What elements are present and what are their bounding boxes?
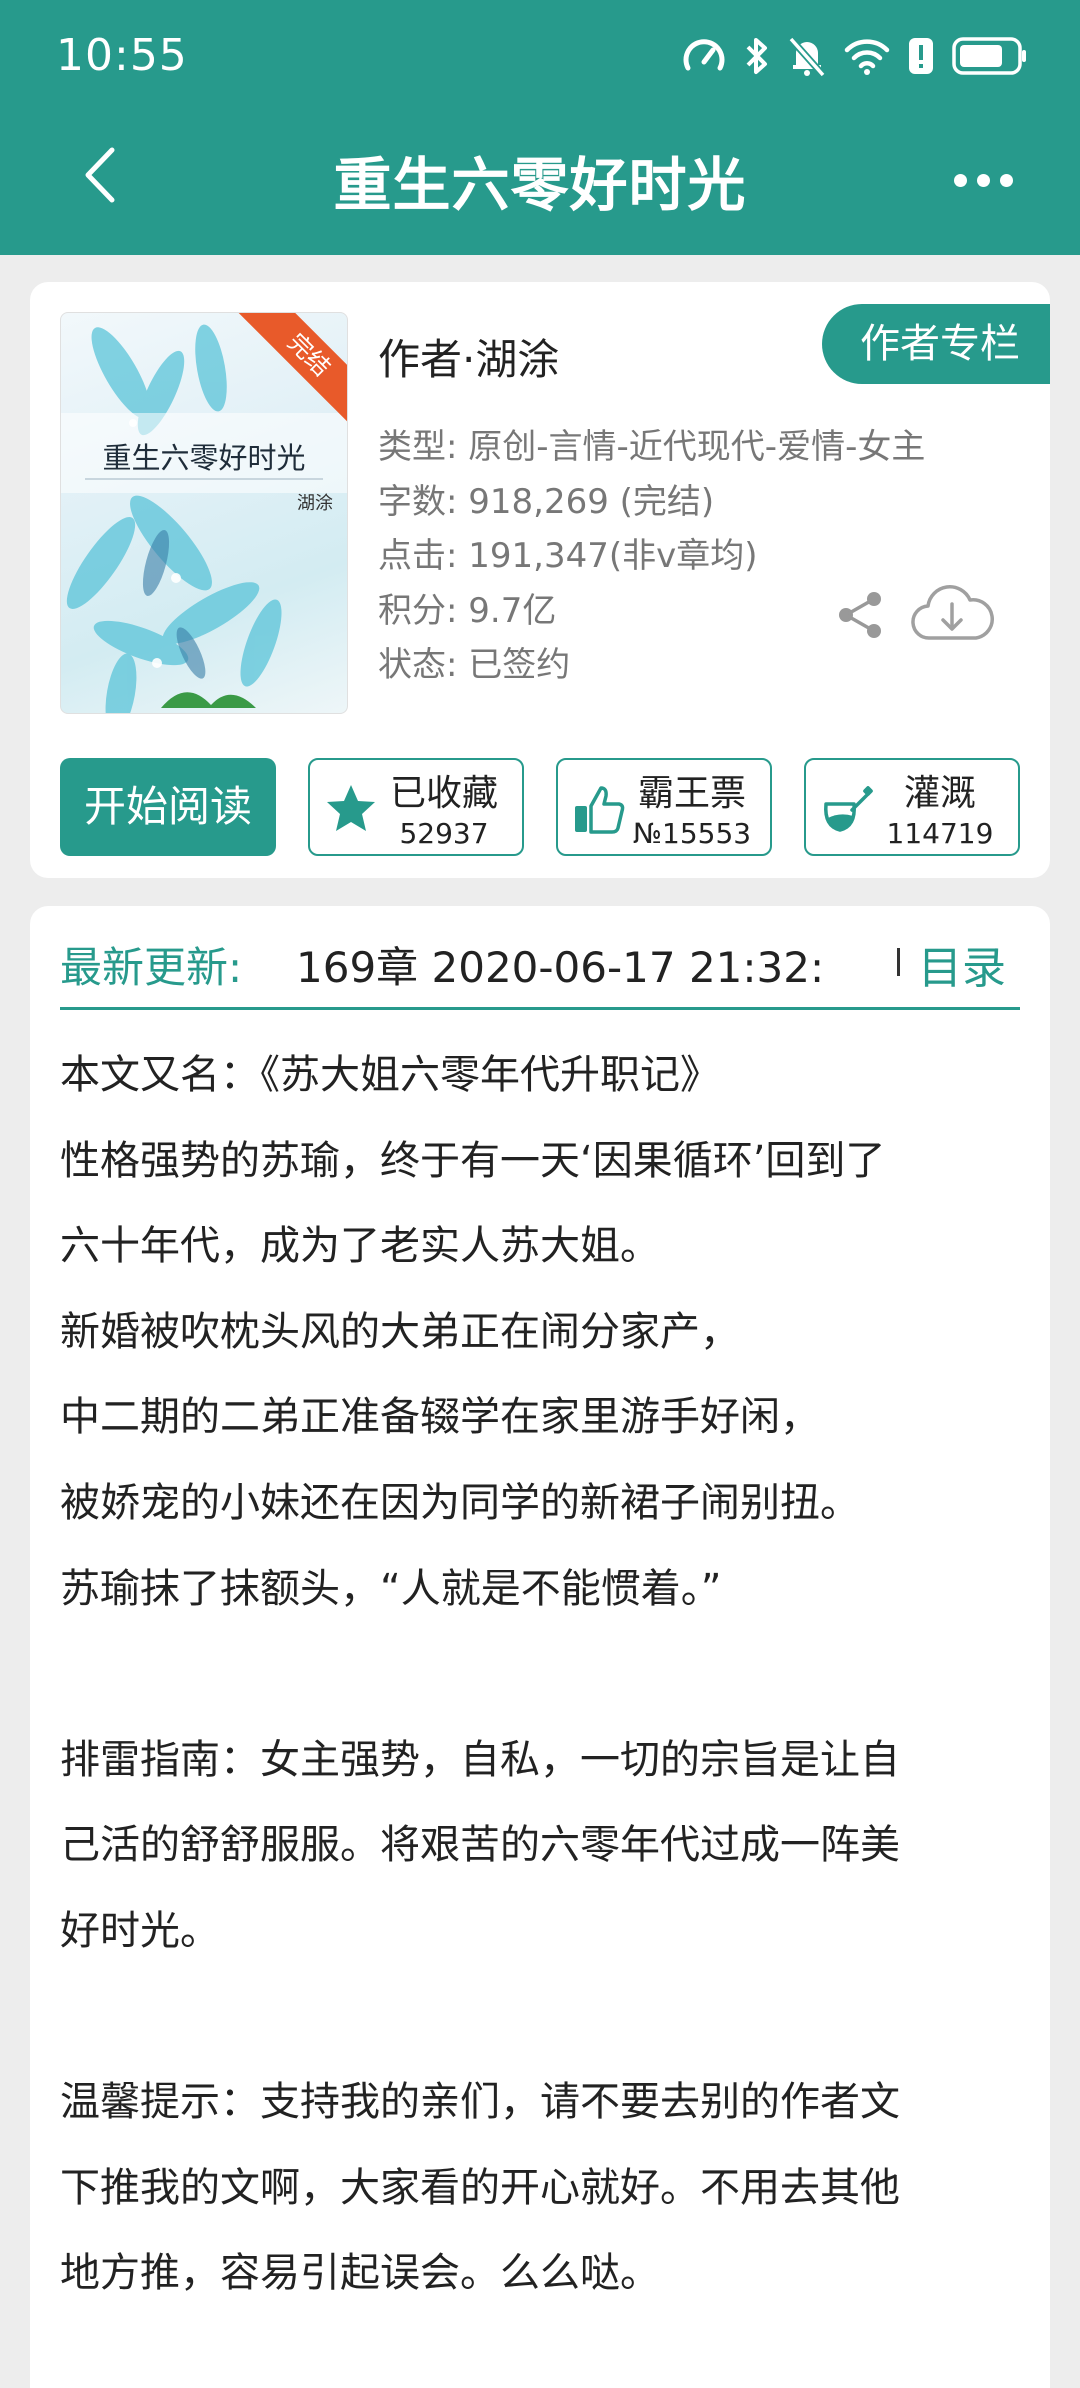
status-time: 10:55 xyxy=(56,30,188,81)
synopsis-line: 中二期的二弟正准备辍学在家里游手好闲， xyxy=(60,1394,820,1441)
synopsis-line xyxy=(60,1632,1040,1718)
alert-icon xyxy=(909,38,933,74)
more-icon xyxy=(953,173,967,187)
synopsis-line: 好时光。 xyxy=(60,1907,220,1954)
share-icon xyxy=(839,592,881,638)
synopsis-line: 己活的舒舒服服。将艰苦的六零年代过成一阵美 xyxy=(60,1822,900,1869)
synopsis-line: 新婚被吹枕头风的大弟正在闹分家产， xyxy=(60,1308,740,1355)
synopsis-line: 性格强势的苏瑜，终于有一天‘因果循环’回到了 xyxy=(60,1137,886,1184)
synopsis-line: 排雷指南：女主强势，自私，一切的宗旨是让自 xyxy=(60,1736,900,1783)
bluetooth-icon xyxy=(746,38,767,74)
author-name[interactable]: 作者·湖涂 xyxy=(378,326,559,387)
meta-word-count: 字数: 918,269 (完结) xyxy=(378,481,715,522)
synopsis-line: 苏瑜抹了抹额头，“人就是不能惯着。” xyxy=(60,1565,722,1612)
water-button[interactable]: 灌溉 114719 xyxy=(804,758,1020,856)
collect-label: 已收藏 xyxy=(389,773,498,814)
author-column-button[interactable]: 作者专栏 xyxy=(822,304,1050,384)
meta-status: 状态: 已签约 xyxy=(378,645,571,686)
cover-title: 重生六零好时光 xyxy=(102,441,306,475)
synopsis-line: 六十年代，成为了老实人苏大姐。 xyxy=(60,1223,660,1270)
vote-count: №15553 xyxy=(632,817,752,850)
action-row: 开始阅读 已收藏 52937 霸王票 №15553 灌溉 114719 xyxy=(60,758,1020,856)
meta-genre: 类型: 原创-言情-近代现代-爱情-女主 xyxy=(378,427,926,467)
more-button[interactable] xyxy=(938,160,1028,200)
mute-icon xyxy=(788,36,826,77)
meta-clicks: 点击: 191,347(非v章均) xyxy=(378,536,758,577)
more-icon-dot xyxy=(976,173,990,187)
synopsis-card: 最新更新: 169章 2020-06-17 21:32: 目录 本文又名：《苏大… xyxy=(30,906,1050,2388)
synopsis-line xyxy=(60,1975,1040,2061)
more-icon-dot xyxy=(999,173,1013,187)
latest-update-label: 最新更新: xyxy=(60,943,243,992)
watering-can-icon xyxy=(824,786,873,832)
synopsis-line: 本文又名：《苏大姐六零年代升职记》 xyxy=(60,1052,720,1098)
toc-link[interactable]: 目录 xyxy=(918,932,1006,996)
divider xyxy=(897,948,900,976)
synopsis-line: 被娇宠的小妹还在因为同学的新裙子闹别扭。 xyxy=(60,1479,860,1526)
collect-count: 52937 xyxy=(399,817,489,850)
wifi-icon xyxy=(844,39,890,75)
page-title: 重生六零好时光 xyxy=(333,151,747,219)
star-icon xyxy=(327,785,375,831)
synopsis-line: 温馨提示：支持我的亲们，请不要去别的作者文 xyxy=(60,2079,900,2126)
synopsis-line: 地方推，容易引起误会。么么哒。 xyxy=(60,2250,660,2297)
latest-update-value[interactable]: 169章 2020-06-17 21:32: xyxy=(296,934,866,995)
water-label: 灌溉 xyxy=(903,773,976,814)
latest-update-bar[interactable]: 最新更新: 169章 2020-06-17 21:32: 目录 xyxy=(60,906,1020,1010)
book-info-card: 重生六零好时光 湖涂 完结 作者·湖涂 作者专栏 类型: 原创-言情-近代现代-… xyxy=(30,282,1050,878)
collect-button[interactable]: 已收藏 52937 xyxy=(308,758,524,856)
download-icon xyxy=(911,585,994,640)
vote-label: 霸王票 xyxy=(637,773,746,814)
download-button[interactable] xyxy=(910,582,994,648)
top-bar: 10:55 重生六零好时光 xyxy=(0,0,1080,255)
synopsis-line: 下推我的文啊，大家看的开心就好。不用去其他 xyxy=(60,2164,900,2211)
thumbs-up-icon xyxy=(575,786,625,834)
share-button[interactable] xyxy=(836,590,884,644)
vote-button[interactable]: 霸王票 №15553 xyxy=(556,758,772,856)
status-icons xyxy=(682,30,1028,82)
synopsis-text: 本文又名：《苏大姐六零年代升职记》 性格强势的苏瑜，终于有一天‘因果循环’回到了… xyxy=(60,1033,1040,2317)
battery-icon xyxy=(952,37,1026,75)
water-count: 114719 xyxy=(886,817,994,850)
cover-author: 湖涂 xyxy=(297,493,333,514)
marquee-fade xyxy=(826,926,866,996)
book-cover[interactable]: 重生六零好时光 湖涂 完结 xyxy=(60,312,348,714)
speedometer-icon xyxy=(683,39,725,71)
start-reading-button[interactable]: 开始阅读 xyxy=(60,758,276,856)
book-meta: 类型: 原创-言情-近代现代-爱情-女主 字数: 918,269 (完结) 点击… xyxy=(378,420,925,693)
cover-divider xyxy=(85,478,323,480)
